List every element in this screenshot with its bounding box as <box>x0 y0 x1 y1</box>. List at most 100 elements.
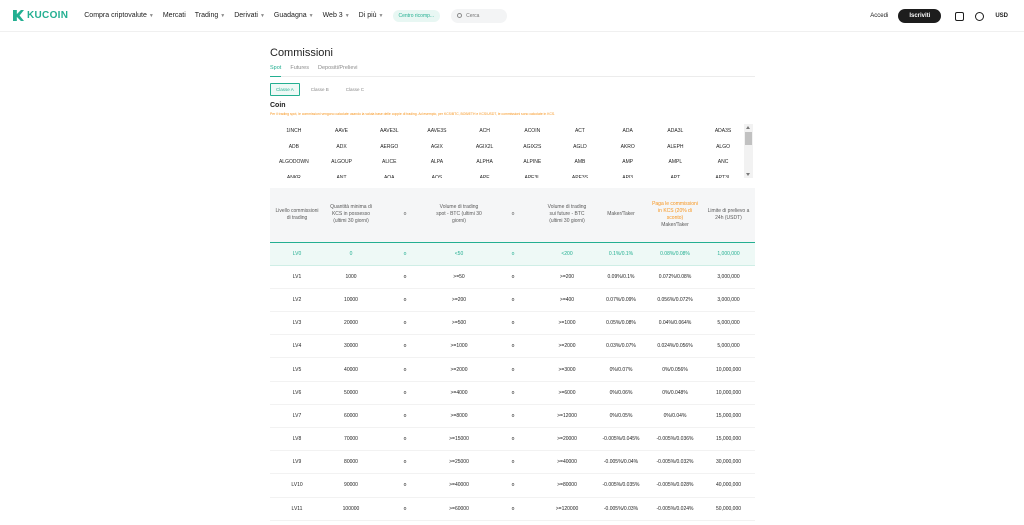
fee-table-header: Livello commissioni di trading Quantità m… <box>270 188 755 242</box>
fee-table-header-cell: o <box>486 188 540 242</box>
table-cell: 0.072%/0.08% <box>648 265 702 289</box>
tab-depositi-prelievi[interactable]: Depositi/Prelievi <box>318 65 357 77</box>
table-cell: LV3 <box>270 311 324 336</box>
table-cell: >=200 <box>432 288 486 313</box>
table-cell: 0.03%/0.07% <box>594 334 648 359</box>
rewards-center-button[interactable]: Centro ricomp... <box>392 9 441 22</box>
table-cell: LV6 <box>270 381 324 405</box>
fee-table-header-cell: Quantità minima di KCS in possesso (ulti… <box>324 188 378 242</box>
table-cell: o <box>378 334 432 359</box>
table-cell: 3,000,000 <box>702 288 755 313</box>
class-button-classe-a[interactable]: Classe A <box>270 83 300 96</box>
scroll-down-arrow[interactable] <box>746 173 750 176</box>
table-row: LV8 70000 o >=15000 o >=20000 -0.005%/0.045% -0… <box>270 427 755 452</box>
nav-item-label: Mercati <box>162 12 186 19</box>
coin-item: ALICE <box>381 159 397 165</box>
chevron-down-icon: ▼ <box>344 12 350 19</box>
table-cell: >=500 <box>432 311 486 336</box>
coin-item: APE <box>479 174 490 179</box>
table-cell: LV4 <box>270 334 324 359</box>
coin-item: ADX <box>336 143 347 150</box>
table-cell: o <box>486 311 540 336</box>
coin-list-scrollbar[interactable] <box>744 124 753 178</box>
table-cell: LV0 <box>270 241 324 266</box>
nav-item-web-3[interactable]: Web 3 ▼ <box>323 12 350 19</box>
coin-item: ANC <box>717 159 729 165</box>
coin-item: APE3S <box>571 174 589 179</box>
table-cell: -0.005%/0.04% <box>594 450 648 475</box>
coin-item: ACT <box>574 128 585 134</box>
coin-item: ALEPH <box>667 143 684 150</box>
table-cell: 5,000,000 <box>702 334 755 359</box>
table-row: LV3 20000 o >=500 o >=1000 0.05%/0.08% 0.04%/0.… <box>270 311 755 336</box>
table-cell: 50,000,000 <box>702 497 755 521</box>
table-cell: o <box>486 427 540 452</box>
table-cell: o <box>378 381 432 405</box>
table-cell: -0.005%/0.035% <box>594 473 648 498</box>
table-cell: >=12000 <box>540 404 594 429</box>
chevron-down-icon: ▼ <box>220 12 226 19</box>
table-cell: -0.005%/0.024% <box>648 497 702 521</box>
fee-table-header-cell: Volume di trading spot - BTC (ultimi 30 … <box>432 188 486 242</box>
table-cell: 3,000,000 <box>702 265 755 289</box>
signup-button[interactable]: Iscriviti <box>898 9 942 23</box>
fee-table-header-cell: Livello commissioni di trading <box>270 188 324 242</box>
kucoin-logo[interactable]: KUCOIN <box>13 10 68 21</box>
download-icon[interactable] <box>955 11 965 21</box>
coin-item: AMB <box>574 159 586 165</box>
search-icon <box>457 13 463 18</box>
coin-item: APE3L <box>524 174 541 179</box>
table-cell: LV8 <box>270 427 324 452</box>
scroll-thumb[interactable] <box>745 132 752 145</box>
coin-item: AGIX <box>430 143 443 150</box>
class-button-classe-b[interactable]: Classe B <box>304 83 335 96</box>
table-cell: 40,000,000 <box>702 473 755 498</box>
table-cell: LV2 <box>270 288 324 313</box>
table-cell: 0%/0.04% <box>648 404 702 429</box>
table-cell: >=2000 <box>432 357 486 382</box>
coin-item: ALGOUP <box>331 159 352 165</box>
table-cell: >=4000 <box>432 381 486 405</box>
table-cell: o <box>378 241 432 266</box>
table-cell: 70000 <box>324 427 378 452</box>
table-cell: 0.024%/0.056% <box>648 334 702 359</box>
tab-spot[interactable]: Spot <box>270 65 282 77</box>
chevron-down-icon: ▼ <box>308 12 314 19</box>
globe-icon[interactable] <box>975 11 985 21</box>
table-cell: LV7 <box>270 404 324 429</box>
table-cell: 100000 <box>324 497 378 521</box>
chevron-down-icon: ▼ <box>148 12 154 19</box>
coin-item: ANT <box>336 174 347 179</box>
nav-item-di-pi-[interactable]: Di più ▼ <box>359 12 384 19</box>
scroll-up-arrow[interactable] <box>746 126 750 129</box>
search-input[interactable] <box>466 12 503 19</box>
table-row: LV11 100000 o >=60000 o >=120000 -0.005%/0.03%… <box>270 497 755 521</box>
table-cell: >=80000 <box>540 473 594 498</box>
table-cell: 0.09%/0.1% <box>594 265 648 289</box>
chevron-down-icon: ▼ <box>259 12 265 19</box>
tab-futures[interactable]: Futures <box>290 65 309 77</box>
nav-item-trading[interactable]: Trading ▼ <box>195 12 225 19</box>
header-actions: Accedi Iscriviti USD <box>870 0 1024 32</box>
search-box[interactable] <box>451 8 508 23</box>
coin-item: ACOIN <box>524 128 541 134</box>
table-cell: >=6000 <box>540 381 594 405</box>
coin-item: APT3L <box>715 174 731 179</box>
nav-item-guadagna[interactable]: Guadagna ▼ <box>274 12 314 19</box>
coin-item: AOA <box>383 174 395 179</box>
nav-item-mercati[interactable]: Mercati <box>163 12 186 19</box>
table-cell: >=120000 <box>540 497 594 521</box>
coin-item: AGIX2L <box>475 143 494 150</box>
nav-item-compra-criptovalute[interactable]: Compra criptovalute ▼ <box>84 12 154 19</box>
table-cell: o <box>378 450 432 475</box>
login-link[interactable]: Accedi <box>870 13 888 19</box>
nav-item-label: Di più <box>358 12 377 19</box>
main-nav: Compra criptovalute ▼ Mercati Trading ▼ Deriv… <box>84 12 392 19</box>
fee-table-header-cell: Maker/Taker <box>594 188 648 242</box>
table-cell: LV9 <box>270 450 324 475</box>
coin-item: AAVE3L <box>379 128 399 134</box>
currency-selector[interactable]: USD <box>995 13 1008 19</box>
nav-item-derivati[interactable]: Derivati ▼ <box>234 12 265 19</box>
class-button-classe-c[interactable]: Classe C <box>339 83 371 96</box>
coin-grid: 1INCH AAVE AAVE3L AAVE3S ACH ACOIN ACT ADA ADA3L… <box>270 124 747 178</box>
